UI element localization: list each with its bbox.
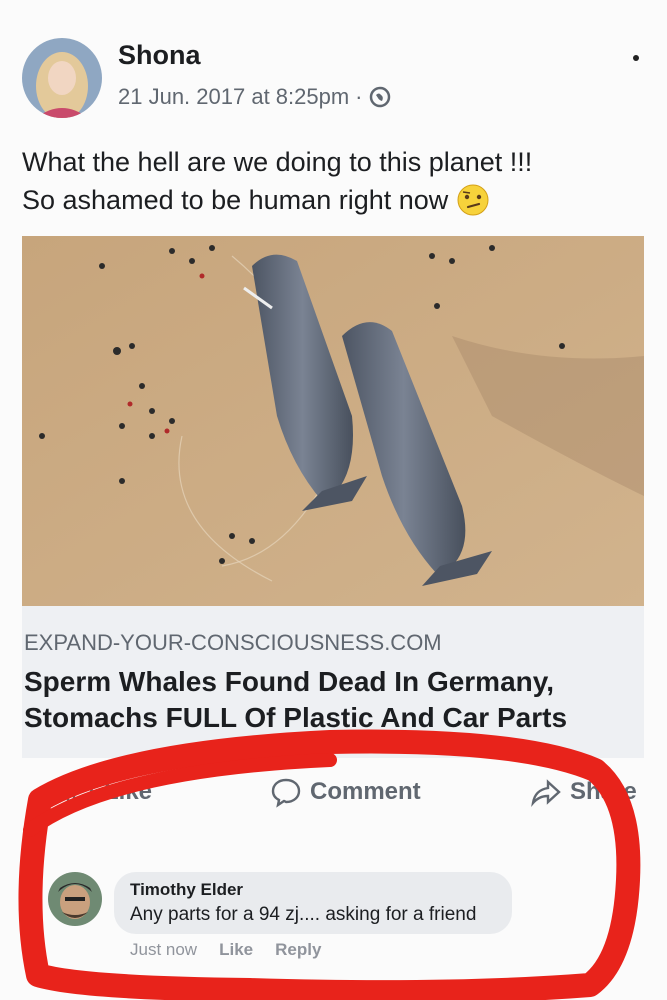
comment-like-link[interactable]: Like: [219, 940, 253, 960]
commenter-name[interactable]: Timothy Elder: [130, 880, 243, 900]
link-preview-image: [22, 236, 644, 606]
post-timestamp[interactable]: 21 Jun. 2017 at 8:25pm: [118, 84, 349, 110]
more-options-icon[interactable]: [633, 55, 639, 61]
facebook-post: Shona 21 Jun. 2017 at 8:25pm · What the …: [0, 0, 667, 1000]
post-actions: Like Comment Share: [0, 776, 667, 826]
comment-label: Comment: [310, 778, 421, 805]
speech-bubble-icon: [271, 778, 301, 808]
post-text-line1: What the hell are we doing to this plane…: [22, 147, 533, 177]
like-label: Like: [104, 778, 153, 805]
link-domain: EXPAND-YOUR-CONSCIOUSNESS.COM: [24, 630, 442, 655]
post-text: What the hell are we doing to this plane…: [22, 143, 632, 219]
comment-reply-link[interactable]: Reply: [275, 940, 321, 960]
comment-meta: Just now Like Reply: [130, 940, 321, 960]
post-meta: 21 Jun. 2017 at 8:25pm ·: [118, 84, 391, 110]
comment-timestamp: Just now: [130, 940, 198, 959]
like-button[interactable]: Like: [64, 776, 152, 808]
share-label: Share: [570, 778, 637, 805]
comment-button[interactable]: Comment: [270, 776, 421, 808]
share-arrow-icon: [531, 779, 561, 807]
globe-icon: [369, 86, 390, 108]
author-name[interactable]: Shona: [118, 40, 201, 71]
comment-text: Any parts for a 94 zj.... asking for a f…: [130, 904, 477, 925]
meta-separator: ·: [355, 84, 363, 109]
commenter-avatar[interactable]: [48, 872, 102, 926]
post-text-line2: So ashamed to be human right now: [22, 185, 449, 215]
confused-face-icon: [457, 184, 489, 216]
author-avatar[interactable]: [22, 38, 102, 118]
share-button[interactable]: Share: [530, 776, 637, 808]
thumbs-up-icon: [66, 778, 93, 806]
comment-bubble: Timothy Elder Any parts for a 94 zj.... …: [114, 872, 512, 934]
link-title[interactable]: Sperm Whales Found Dead In Germany, Stom…: [24, 664, 644, 736]
